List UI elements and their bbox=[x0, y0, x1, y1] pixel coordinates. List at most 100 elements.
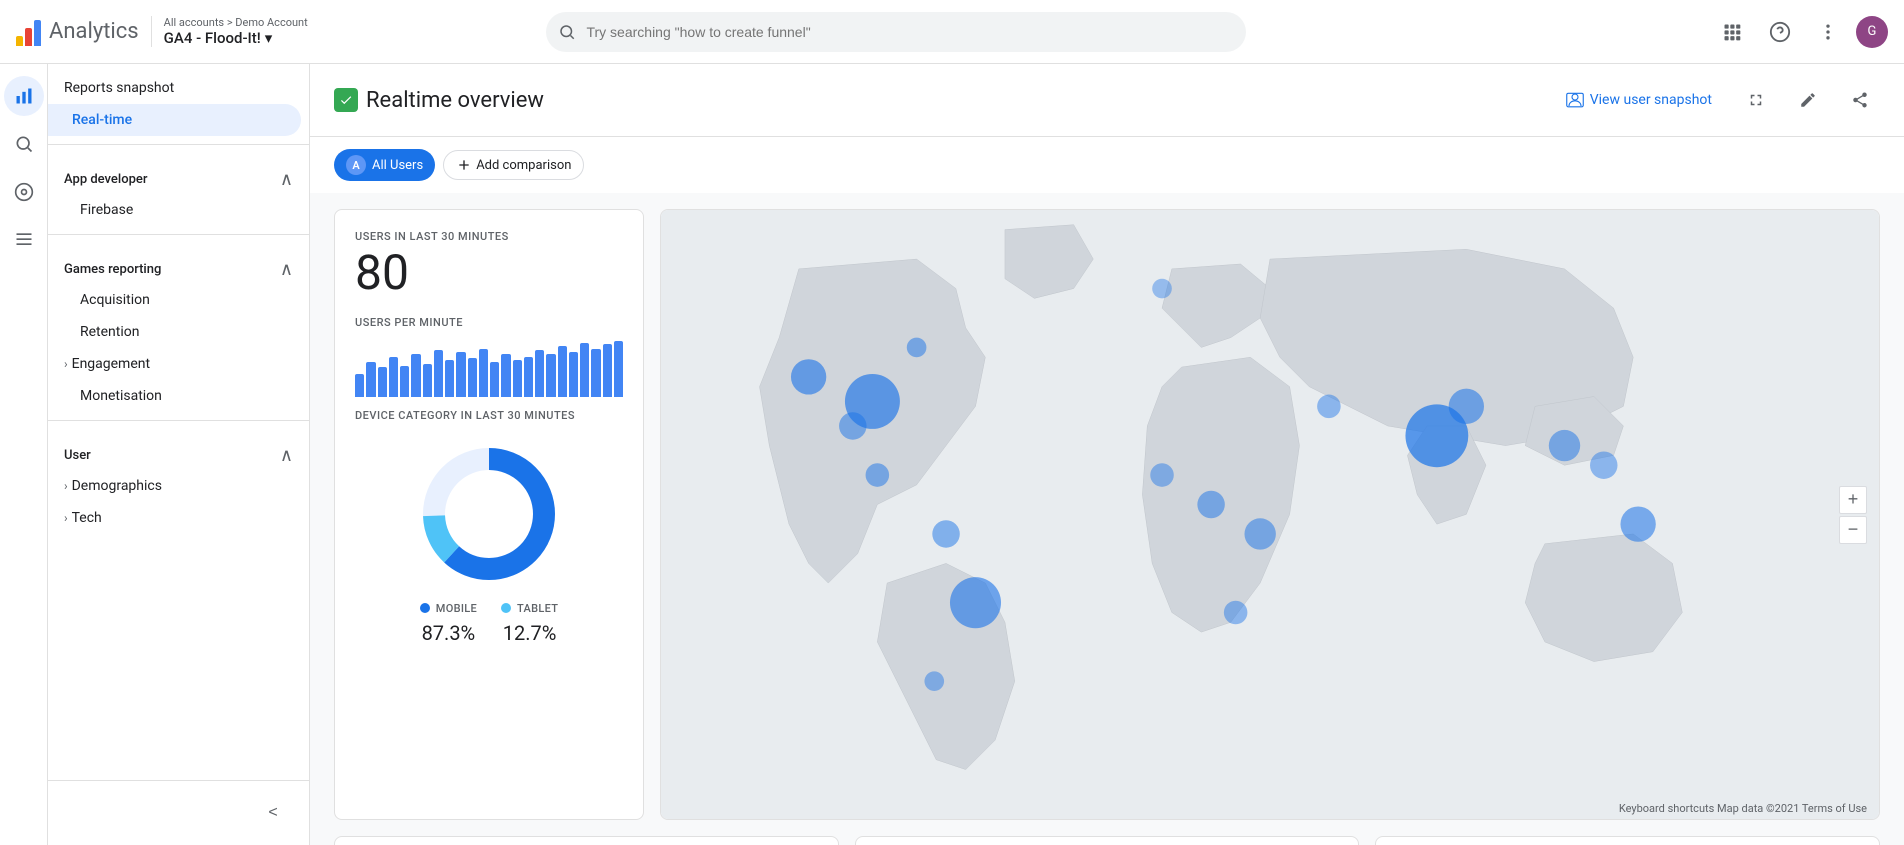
share-button[interactable] bbox=[1840, 80, 1880, 120]
sidebar-section-games[interactable]: Games reporting ∧ bbox=[48, 243, 309, 284]
map-dot bbox=[1224, 601, 1248, 625]
bar bbox=[524, 357, 533, 397]
avatar-initial: G bbox=[1868, 24, 1877, 39]
tech-label: Tech bbox=[72, 510, 102, 526]
all-users-chip[interactable]: A All Users bbox=[334, 149, 435, 181]
users-per-minute-label: USERS PER MINUTE bbox=[355, 316, 623, 329]
all-users-label: All Users bbox=[372, 158, 423, 173]
bar bbox=[580, 343, 589, 397]
user-collapse-icon: ∧ bbox=[280, 445, 293, 466]
sidebar-item-firebase[interactable]: Firebase bbox=[48, 194, 301, 226]
bar bbox=[411, 354, 420, 397]
zoom-out-button[interactable]: − bbox=[1839, 516, 1867, 544]
engagement-expand-icon: › bbox=[64, 357, 68, 371]
edit-button[interactable] bbox=[1788, 80, 1828, 120]
sidebar-item-realtime[interactable]: Real-time bbox=[48, 104, 301, 136]
search-input[interactable] bbox=[546, 12, 1246, 52]
users-30-min-label: USERS IN LAST 30 MINUTES bbox=[355, 230, 623, 243]
apps-button[interactable] bbox=[1712, 12, 1752, 52]
tablet-value: 12.7% bbox=[503, 621, 557, 645]
view-user-snapshot-button[interactable]: View user snapshot bbox=[1554, 85, 1724, 115]
world-map: + − Keyboard shortcuts Map data ©2021 Te… bbox=[661, 210, 1879, 819]
acquisition-label: Acquisition bbox=[80, 292, 150, 308]
engagement-label: Engagement bbox=[72, 356, 150, 372]
add-icon bbox=[456, 157, 472, 173]
sidebar-item-reports-snapshot[interactable]: Reports snapshot bbox=[48, 72, 301, 104]
bar bbox=[546, 354, 555, 397]
world-map-svg bbox=[661, 210, 1879, 799]
account-name-dropdown[interactable]: GA4 - Flood-It! ▾ bbox=[164, 29, 308, 47]
map-dot bbox=[791, 359, 826, 394]
bottom-row: Users by First user source ▾ No.1 (direc… bbox=[334, 836, 1880, 845]
sidebar-item-engagement[interactable]: › Engagement bbox=[48, 348, 301, 380]
fullscreen-button[interactable] bbox=[1736, 80, 1776, 120]
sidebar: Reports snapshot Real-time App developer… bbox=[0, 64, 310, 845]
bar bbox=[535, 350, 544, 397]
sidebar-section-app-developer[interactable]: App developer ∧ bbox=[48, 153, 309, 194]
search-bar bbox=[546, 12, 1246, 52]
bar bbox=[355, 374, 364, 397]
top-row: USERS IN LAST 30 MINUTES 80 USERS PER MI… bbox=[334, 209, 1880, 820]
sidebar-item-monetisation[interactable]: Monetisation bbox=[48, 380, 301, 412]
bar bbox=[603, 344, 612, 397]
map-dot bbox=[866, 463, 890, 487]
donut-chart-container: MOBILE 87.3% TABLET 12.7% bbox=[355, 426, 623, 653]
map-dot bbox=[1150, 463, 1174, 487]
sidebar-item-demographics[interactable]: › Demographics bbox=[48, 470, 301, 502]
bar-chart-icon bbox=[14, 86, 34, 106]
nav-icon-list[interactable] bbox=[4, 220, 44, 260]
map-zoom-controls: + − bbox=[1839, 486, 1867, 544]
topbar-right: G bbox=[1712, 12, 1888, 52]
map-dot bbox=[1152, 279, 1172, 299]
sidebar-item-tech[interactable]: › Tech bbox=[48, 502, 301, 534]
bar bbox=[501, 354, 510, 397]
help-icon bbox=[1769, 21, 1791, 43]
bar bbox=[490, 362, 499, 397]
nav-icon-explore[interactable] bbox=[4, 172, 44, 212]
add-comparison-button[interactable]: Add comparison bbox=[443, 150, 584, 180]
filter-bar: A All Users Add comparison bbox=[310, 137, 1904, 193]
analytics-logo-icon bbox=[16, 18, 41, 46]
bar bbox=[614, 341, 623, 397]
add-comparison-label: Add comparison bbox=[476, 158, 571, 173]
list-icon bbox=[14, 230, 34, 250]
bottom-card-2: Users ▾ by Audience No.1 All Users bbox=[855, 836, 1360, 845]
bar bbox=[389, 357, 398, 397]
bar bbox=[591, 349, 600, 397]
sidebar-section-user[interactable]: User ∧ bbox=[48, 429, 309, 470]
users-count-value: 80 bbox=[355, 247, 623, 300]
bar bbox=[456, 352, 465, 397]
share-icon bbox=[1851, 91, 1869, 109]
sidebar-item-retention[interactable]: Retention bbox=[48, 316, 301, 348]
map-dot bbox=[932, 520, 959, 547]
main-content: Realtime overview View user snapshot bbox=[310, 64, 1904, 845]
map-dot bbox=[1620, 506, 1655, 541]
bottom-card-1: Users by First user source ▾ No.1 (direc… bbox=[334, 836, 839, 845]
monetisation-label: Monetisation bbox=[80, 388, 162, 404]
sidebar-item-acquisition[interactable]: Acquisition bbox=[48, 284, 301, 316]
apps-icon bbox=[1722, 22, 1742, 42]
map-footer: Keyboard shortcuts Map data ©2021 Terms … bbox=[1619, 802, 1867, 815]
bar bbox=[468, 358, 477, 397]
map-dot bbox=[1317, 395, 1341, 419]
nav-icon-reports[interactable] bbox=[4, 76, 44, 116]
avatar[interactable]: G bbox=[1856, 16, 1888, 48]
map-dot bbox=[1549, 430, 1580, 461]
sidebar-collapse-button[interactable]: < bbox=[253, 793, 293, 833]
mobile-value: 87.3% bbox=[422, 621, 476, 645]
topbar: Analytics All accounts > Demo Account GA… bbox=[0, 0, 1904, 64]
mobile-dot bbox=[420, 603, 430, 613]
user-chip-avatar: A bbox=[346, 155, 366, 175]
more-options-button[interactable] bbox=[1808, 12, 1848, 52]
nav-icon-search[interactable] bbox=[4, 124, 44, 164]
tablet-dot bbox=[501, 603, 511, 613]
map-dot bbox=[1197, 491, 1224, 518]
bar bbox=[513, 360, 522, 397]
help-button[interactable] bbox=[1760, 12, 1800, 52]
view-user-snapshot-label: View user snapshot bbox=[1590, 92, 1712, 108]
zoom-in-button[interactable]: + bbox=[1839, 486, 1867, 514]
bar-chart bbox=[355, 337, 623, 397]
bar bbox=[479, 349, 488, 397]
account-info: All accounts > Demo Account GA4 - Flood-… bbox=[151, 16, 308, 47]
explore-icon bbox=[14, 182, 34, 202]
